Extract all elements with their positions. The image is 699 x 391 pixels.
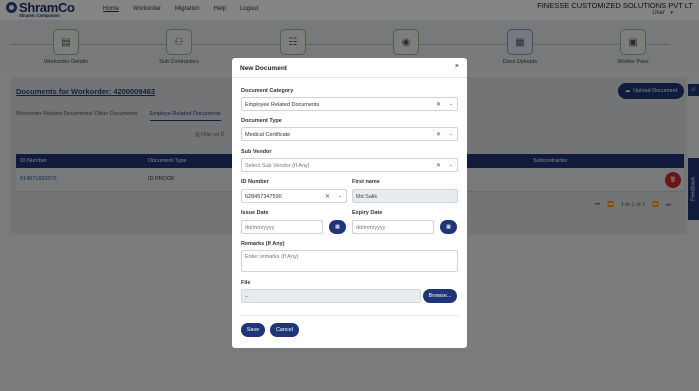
document-category-select[interactable]: Employee Related Documents ✕ ⌄ [241, 97, 458, 111]
file-name-field[interactable]: -- [241, 289, 421, 303]
modal-title: New Document [240, 65, 287, 72]
browse-button[interactable]: Browse... [423, 289, 457, 303]
category-value: Employee Related Documents [245, 101, 320, 108]
sub-vendor-select[interactable]: Select Sub Vendor (If Any) ✕ ⌄ [241, 158, 458, 172]
chevron-down-icon[interactable]: ⌄ [449, 131, 453, 137]
cancel-button[interactable]: Cancel [270, 323, 299, 337]
expiry-date-label: Expiry Date [352, 210, 383, 216]
first-name-field[interactable]: Md Salik [352, 189, 458, 203]
clear-icon[interactable]: ✕ [436, 131, 441, 138]
remarks-label: Remarks (If Any) [241, 241, 285, 247]
new-document-modal: New Document × Document Category Employe… [232, 58, 467, 348]
modal-divider [232, 77, 467, 78]
save-button[interactable]: Save [241, 323, 265, 337]
id-number-value: 628457347590 [245, 193, 282, 200]
chevron-down-icon[interactable]: ⌄ [449, 101, 453, 107]
remarks-textarea[interactable]: Enter remarks (If Any) [241, 250, 458, 272]
expiry-date-field[interactable]: dd/mm/yyyy [352, 220, 434, 234]
chevron-down-icon[interactable]: ⌄ [449, 162, 453, 168]
id-number-select[interactable]: 628457347590 ✕ ⌄ [241, 189, 347, 203]
issue-date-label: Issue Date [241, 210, 269, 216]
close-icon[interactable]: × [455, 63, 459, 70]
clear-icon[interactable]: ✕ [436, 162, 441, 169]
document-type-select[interactable]: Medical Certificate ✕ ⌄ [241, 127, 458, 141]
vendor-label: Sub Vendor [241, 149, 272, 155]
category-label: Document Category [241, 88, 294, 94]
calendar-icon[interactable]: ▦ [329, 220, 346, 234]
type-label: Document Type [241, 118, 282, 124]
type-value: Medical Certificate [245, 131, 291, 138]
clear-icon[interactable]: ✕ [325, 193, 330, 200]
calendar-icon[interactable]: ▦ [440, 220, 457, 234]
id-number-label: ID Number [241, 179, 269, 185]
chevron-down-icon[interactable]: ⌄ [338, 193, 342, 199]
modal-footer-divider [240, 315, 459, 316]
vendor-placeholder: Select Sub Vendor (If Any) [245, 162, 310, 169]
clear-icon[interactable]: ✕ [436, 101, 441, 108]
file-label: File [241, 280, 251, 286]
first-name-label: First name [352, 179, 380, 185]
issue-date-field[interactable]: dd/mm/yyyy [241, 220, 323, 234]
